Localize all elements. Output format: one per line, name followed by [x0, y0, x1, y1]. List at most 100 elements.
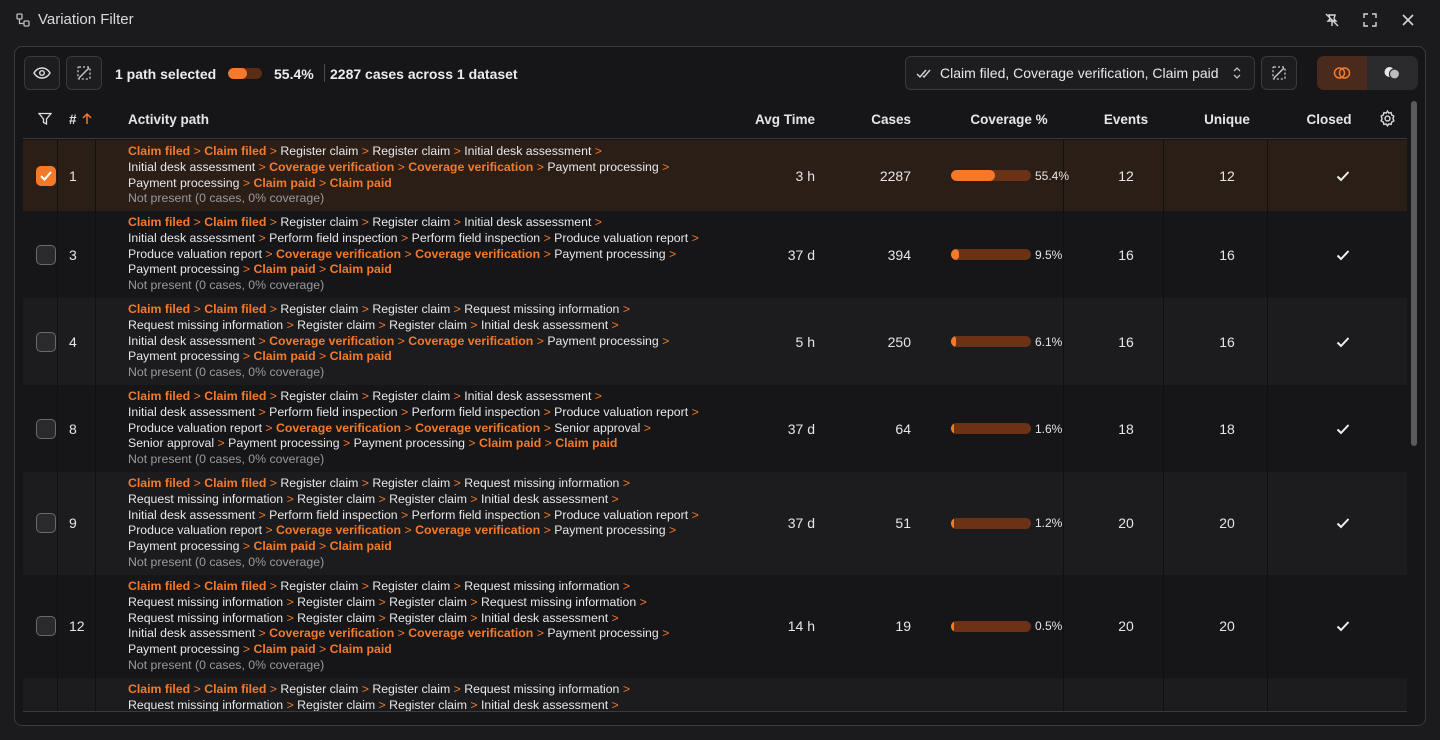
coverage-bar-fill: [951, 423, 955, 434]
table-row[interactable]: 8 Claim filed > Claim filed > Register cl…: [23, 385, 1407, 472]
path-filter-select[interactable]: Claim filed, Coverage verification, Clai…: [905, 56, 1255, 90]
gear-icon[interactable]: [1379, 110, 1396, 127]
path-separator: >: [450, 682, 465, 696]
path-separator: >: [608, 697, 619, 711]
table-row[interactable]: 4 Claim filed > Claim filed > Register cl…: [23, 298, 1407, 385]
path-separator: >: [467, 317, 482, 332]
table-row[interactable]: 1 Claim filed > Claim filed > Register cl…: [23, 140, 1407, 211]
path-filter-value: Claim filed, Coverage verification, Clai…: [940, 65, 1219, 81]
column-divider: [1163, 678, 1164, 711]
highlighted-activity: Claim filed: [128, 302, 191, 316]
activity: Payment processing: [554, 246, 666, 261]
column-num[interactable]: #: [69, 112, 77, 127]
path-separator: >: [214, 436, 229, 451]
row-checkbox[interactable]: [36, 418, 56, 439]
table-row[interactable]: 3 Claim filed > Claim filed > Register cl…: [23, 211, 1407, 298]
vertical-scrollbar[interactable]: [1411, 101, 1417, 446]
row-checkbox[interactable]: [36, 513, 56, 534]
activity: Register claim: [372, 144, 451, 158]
row-checkbox[interactable]: [36, 331, 56, 352]
highlighted-activity: Coverage verification: [415, 420, 541, 435]
events-cell: 18: [1118, 420, 1134, 437]
clear-selection-button[interactable]: [66, 56, 102, 90]
unique-cell: 20: [1219, 618, 1235, 635]
activity: Produce valuation report: [128, 523, 262, 538]
window-titlebar: Variation Filter: [0, 0, 1440, 40]
column-divider: [1063, 385, 1064, 472]
arrow-up-icon[interactable]: [82, 113, 92, 125]
activity: Payment processing: [128, 175, 240, 190]
selection-coverage-bar: [228, 68, 262, 79]
highlighted-activity: Claim paid: [253, 175, 316, 190]
merge-mode-button[interactable]: [1367, 56, 1417, 90]
column-coverage[interactable]: Coverage %: [949, 112, 1069, 127]
path-separator: >: [190, 302, 205, 316]
path-separator: >: [540, 404, 555, 419]
activity: Initial desk assessment: [481, 697, 609, 711]
column-unique[interactable]: Unique: [1187, 112, 1267, 127]
selection-cases-summary: 2287 cases across 1 dataset: [330, 66, 518, 82]
highlighted-activity: Claim filed: [128, 579, 191, 593]
filter-icon[interactable]: [38, 112, 52, 126]
path-separator: >: [450, 579, 465, 593]
activity-path-line: Produce valuation report > Coverage veri…: [128, 247, 728, 263]
cases-cell: 19: [895, 618, 911, 635]
activity: Senior approval: [128, 436, 215, 451]
path-separator: >: [636, 594, 647, 609]
highlighted-activity: Claim paid: [479, 436, 542, 451]
activity-path-line: Initial desk assessment > Coverage verif…: [128, 334, 728, 350]
table-row[interactable]: 12 Claim filed > Claim filed > Register c…: [23, 575, 1407, 678]
column-divider: [1267, 140, 1268, 211]
row-checkbox[interactable]: [36, 165, 56, 186]
close-button[interactable]: [1400, 12, 1416, 28]
path-separator: >: [658, 626, 670, 641]
activity-path-line: Not present (0 cases, 0% coverage): [128, 555, 728, 571]
row-checkbox[interactable]: [36, 616, 56, 637]
activity: Initial desk assessment: [481, 317, 609, 332]
path-separator: >: [608, 610, 619, 625]
path-separator: >: [467, 610, 482, 625]
path-separator: >: [619, 579, 631, 593]
window-title: Variation Filter: [38, 11, 134, 28]
table-row[interactable]: Claim filed > Claim filed > Register cla…: [23, 678, 1407, 711]
overlap-mode-button[interactable]: [1317, 56, 1367, 90]
pin-off-button[interactable]: [1324, 12, 1340, 28]
path-separator: >: [394, 626, 409, 641]
path-separator: >: [541, 436, 556, 451]
activity: Initial desk assessment: [464, 144, 592, 158]
column-activity-path[interactable]: Activity path: [128, 112, 209, 127]
path-separator: >: [375, 491, 390, 506]
row-checkbox[interactable]: [36, 244, 56, 265]
path-separator: >: [450, 389, 465, 403]
coverage-bar-fill: [951, 249, 959, 260]
coverage-bar: [951, 620, 1031, 632]
path-separator: >: [665, 246, 677, 261]
column-events[interactable]: Events: [1086, 112, 1166, 127]
not-present-note: Not present (0 cases, 0% coverage): [128, 365, 325, 380]
activity: Register claim: [372, 682, 451, 696]
merge-icon: [1384, 67, 1401, 80]
expand-button[interactable]: [1362, 12, 1378, 28]
table-header: # Activity path Avg Time Cases Coverage …: [23, 99, 1407, 139]
activity: Request missing information: [464, 302, 620, 316]
activity-path-line: Not present (0 cases, 0% coverage): [128, 191, 728, 207]
column-closed[interactable]: Closed: [1289, 112, 1369, 127]
column-cases[interactable]: Cases: [831, 112, 911, 127]
column-avg-time[interactable]: Avg Time: [735, 112, 815, 127]
highlighted-activity: Claim paid: [329, 175, 392, 190]
path-separator: >: [397, 404, 412, 419]
avg-time-cell: 14 h: [787, 618, 815, 635]
path-separator: >: [255, 230, 270, 245]
path-separator: >: [619, 302, 631, 316]
activity-path: Claim filed > Claim filed > Register cla…: [128, 144, 728, 207]
table-row[interactable]: 9 Claim filed > Claim filed > Register cl…: [23, 472, 1407, 575]
path-separator: >: [467, 594, 482, 609]
highlighted-activity: Claim filed: [128, 389, 191, 403]
column-divider: [57, 211, 58, 298]
clear-path-filter-button[interactable]: [1261, 56, 1297, 90]
highlighted-activity: Claim paid: [253, 539, 316, 554]
path-separator: >: [394, 159, 409, 174]
activity-path-line: Produce valuation report > Coverage veri…: [128, 523, 728, 539]
toggle-view-button[interactable]: [24, 56, 60, 90]
highlighted-activity: Claim filed: [128, 215, 191, 229]
